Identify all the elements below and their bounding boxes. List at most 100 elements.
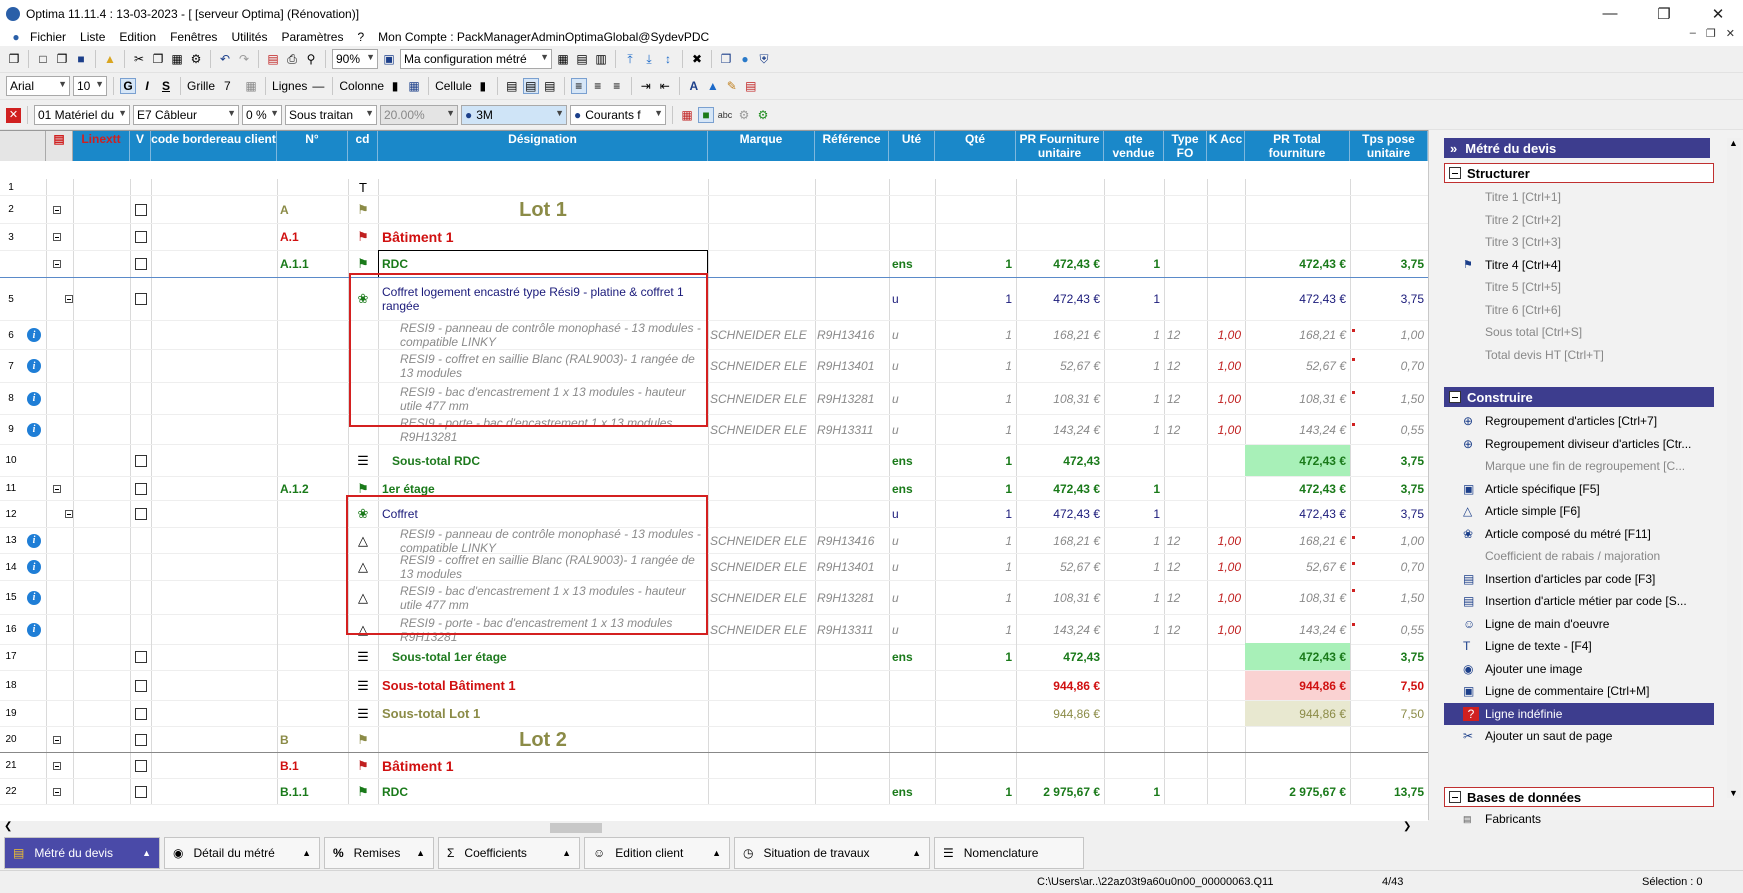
panel-item-structurer-5[interactable]: Titre 5 [Ctrl+5]	[1463, 276, 1561, 298]
spellcheck-icon[interactable]: abc	[717, 107, 733, 123]
bold-button[interactable]: G	[120, 78, 136, 94]
table-row[interactable]: 6 i RESI9 - panneau de contrôle monophasé …	[0, 321, 1428, 350]
menu-help[interactable]: ?	[357, 30, 364, 44]
collapse-icon[interactable]	[53, 787, 61, 796]
table-row[interactable]: A.1.1 ⚑ RDC ens 1 472,43 €1 472,43 €3,75	[0, 250, 1428, 278]
panel-item-construire-3[interactable]: Marque une fin de regroupement [C...	[1463, 455, 1685, 477]
header-tps-pose[interactable]: Tps pose unitaire	[1350, 131, 1428, 161]
app-menu-icon[interactable]: ●	[8, 29, 24, 45]
header-ute[interactable]: Uté	[889, 131, 935, 161]
table-row[interactable]: 14 i △ RESI9 - coffret en saillie Blanc (RA…	[0, 554, 1428, 581]
row-checkbox[interactable]	[134, 650, 147, 663]
doc-restore-icon[interactable]: ❐	[1706, 27, 1716, 40]
collapse-icon[interactable]	[53, 233, 61, 241]
table-row[interactable]: 18 ☰ Sous-total Bâtiment 1 944,86 € 944,86 €…	[0, 671, 1428, 701]
row-designation[interactable]: Sous-total 1er étage	[392, 643, 704, 670]
grid-icon[interactable]: ▦	[243, 78, 259, 94]
panel-item-structurer-6[interactable]: Titre 6 [Ctrl+6]	[1463, 299, 1561, 321]
border-top-icon[interactable]: ▤	[504, 78, 520, 94]
header-qte[interactable]: Qté	[935, 131, 1016, 161]
font-size-select[interactable]: 10 ▼	[73, 76, 107, 96]
panel-scrollbar[interactable]: ▲ ▼	[1727, 138, 1741, 798]
collapse-icon[interactable]	[65, 510, 73, 518]
align-left-icon[interactable]: ≡	[570, 78, 587, 94]
panel-item-structurer-4[interactable]: ⚑ Titre 4 [Ctrl+4]	[1463, 254, 1561, 276]
collapse-icon[interactable]	[53, 761, 61, 770]
move-bottom-icon[interactable]: ⤓	[641, 51, 657, 67]
row-designation[interactable]: Sous-total RDC	[392, 445, 704, 476]
info-icon[interactable]: i	[27, 622, 41, 637]
tab-remises[interactable]: % Remises ▲	[324, 836, 434, 869]
copy-doc-icon[interactable]: ❐	[54, 51, 70, 67]
panel-item-structurer-2[interactable]: Titre 2 [Ctrl+2]	[1463, 209, 1561, 231]
menu-parametres[interactable]: Paramètres	[281, 30, 343, 44]
panel-item-construire-4[interactable]: ▣ Article spécifique [F5]	[1463, 478, 1600, 500]
panel-item-construire-2[interactable]: ⊕ Regroupement diviseur d'articles [Ctr..…	[1463, 433, 1691, 455]
fabricant-select[interactable]: ● 3M ▼	[461, 105, 567, 125]
stamp-icon[interactable]: ⚙	[188, 51, 204, 67]
panel-item-fabricants[interactable]: ▤ Fabricants	[1463, 808, 1541, 830]
table-row[interactable]: 19 ☰ Sous-total Lot 1 944,86 € 944,86 € 7,50	[0, 701, 1428, 727]
menu-fenetres[interactable]: Fenêtres	[170, 30, 217, 44]
align-right-icon[interactable]: ≡	[609, 78, 625, 94]
table-row[interactable]: 16 i △ RESI9 - porte - bac d'encastrement 1…	[0, 615, 1428, 645]
pdf-icon[interactable]: ▤	[265, 51, 281, 67]
menu-fichier[interactable]: Fichier	[30, 30, 66, 44]
table-row[interactable]: 21 B.1 ⚑ Bâtiment 1	[0, 753, 1428, 779]
copy-icon[interactable]: ❐	[150, 51, 166, 67]
section-bases[interactable]: Bases de données	[1444, 787, 1714, 807]
info-icon[interactable]: i	[27, 422, 41, 437]
scroll-right-icon[interactable]: ❯	[1403, 821, 1411, 832]
table-row[interactable]: 11 A.1.2 ⚑ 1er étage ens 1 472,43 €1 472,43 €3,…	[0, 477, 1428, 501]
panel-item-construire-6[interactable]: ❀ Article composé du métré [F11]	[1463, 523, 1651, 545]
header-marque[interactable]: Marque	[708, 131, 815, 161]
row-designation[interactable]: Lot 2	[382, 727, 704, 752]
row-checkbox[interactable]	[134, 293, 147, 305]
panel-item-construire-12[interactable]: ◉ Ajouter une image	[1463, 658, 1582, 680]
panel-scroll-down-icon[interactable]: ▼	[1729, 788, 1738, 798]
header-pr-fourniture[interactable]: PR Fourniture unitaire	[1016, 131, 1104, 161]
color-grid-icon[interactable]: ▦	[679, 107, 695, 123]
cut-icon[interactable]: ✂	[131, 51, 147, 67]
row-designation[interactable]: Lot 1	[382, 196, 704, 223]
panel-item-construire-11[interactable]: T Ligne de texte - [F4]	[1463, 635, 1592, 657]
panel-item-construire-8[interactable]: ▤ Insertion d'articles par code [F3]	[1463, 568, 1655, 590]
panel-item-construire-13[interactable]: ▣ Ligne de commentaire [Ctrl+M]	[1463, 680, 1649, 702]
tab-detail-du-metre[interactable]: ◉ Détail du métré ▲	[164, 836, 320, 869]
menu-liste[interactable]: Liste	[80, 30, 105, 44]
panel-item-structurer-7[interactable]: Sous total [Ctrl+S]	[1463, 321, 1582, 343]
table-row[interactable]: 5 ❀ Coffret logement encastré type Rési9 -…	[0, 278, 1428, 321]
font-color-icon[interactable]: A	[686, 78, 702, 94]
indent-icon[interactable]: ⇥	[638, 78, 654, 94]
grille-value[interactable]: 7	[218, 79, 240, 93]
table-row[interactable]: 20 B ⚑ Lot 2	[0, 727, 1428, 753]
cableur-select[interactable]: E7 Câbleur ▼	[133, 105, 239, 125]
row-checkbox[interactable]	[134, 231, 147, 243]
row-checkbox[interactable]	[134, 203, 147, 216]
header-v[interactable]: V	[130, 131, 151, 161]
column-icon[interactable]: ▮	[387, 78, 403, 94]
panel-item-structurer-8[interactable]: Total devis HT [Ctrl+T]	[1463, 344, 1604, 366]
section-construire[interactable]: Construire	[1444, 387, 1714, 407]
tools-icon[interactable]: ✖	[689, 51, 705, 67]
header-qte-vendue[interactable]: qte vendue	[1104, 131, 1164, 161]
move-updown-icon[interactable]: ↕	[660, 51, 676, 67]
border-middle-icon[interactable]: ▤	[522, 78, 539, 94]
paste-icon[interactable]: ▦	[169, 51, 185, 67]
row-checkbox[interactable]	[134, 707, 147, 720]
courants-select[interactable]: ● Courants f ▼	[570, 105, 666, 125]
doc-close-icon[interactable]: ✕	[1726, 27, 1735, 40]
lock-icon[interactable]: ■	[698, 107, 714, 123]
menu-mon-compte[interactable]: Mon Compte : PackManagerAdminOptimaGloba…	[378, 30, 709, 44]
table-row[interactable]: 12 ❀ Coffret u 1 472,43 €1 472,43 €3,75	[0, 501, 1428, 528]
collapse-icon[interactable]	[65, 295, 73, 303]
config-select[interactable]: Ma configuration métré ▼	[400, 49, 552, 69]
outdent-icon[interactable]: ⇤	[657, 78, 673, 94]
header-linextt[interactable]: Linextt	[73, 131, 130, 161]
zoom-apply-icon[interactable]: ▣	[381, 51, 397, 67]
horizontal-scrollbar[interactable]: ❮ ❯	[0, 821, 1428, 835]
tab-metre-du-devis[interactable]: ▤ Métré du devis ▲	[4, 836, 160, 869]
panel-scroll-up-icon[interactable]: ▲	[1729, 138, 1738, 148]
table-row[interactable]: 15 i △ RESI9 - bac d'encastrement 1 x 13 mo…	[0, 581, 1428, 615]
zoom-select[interactable]: 90% ▼	[332, 49, 378, 69]
